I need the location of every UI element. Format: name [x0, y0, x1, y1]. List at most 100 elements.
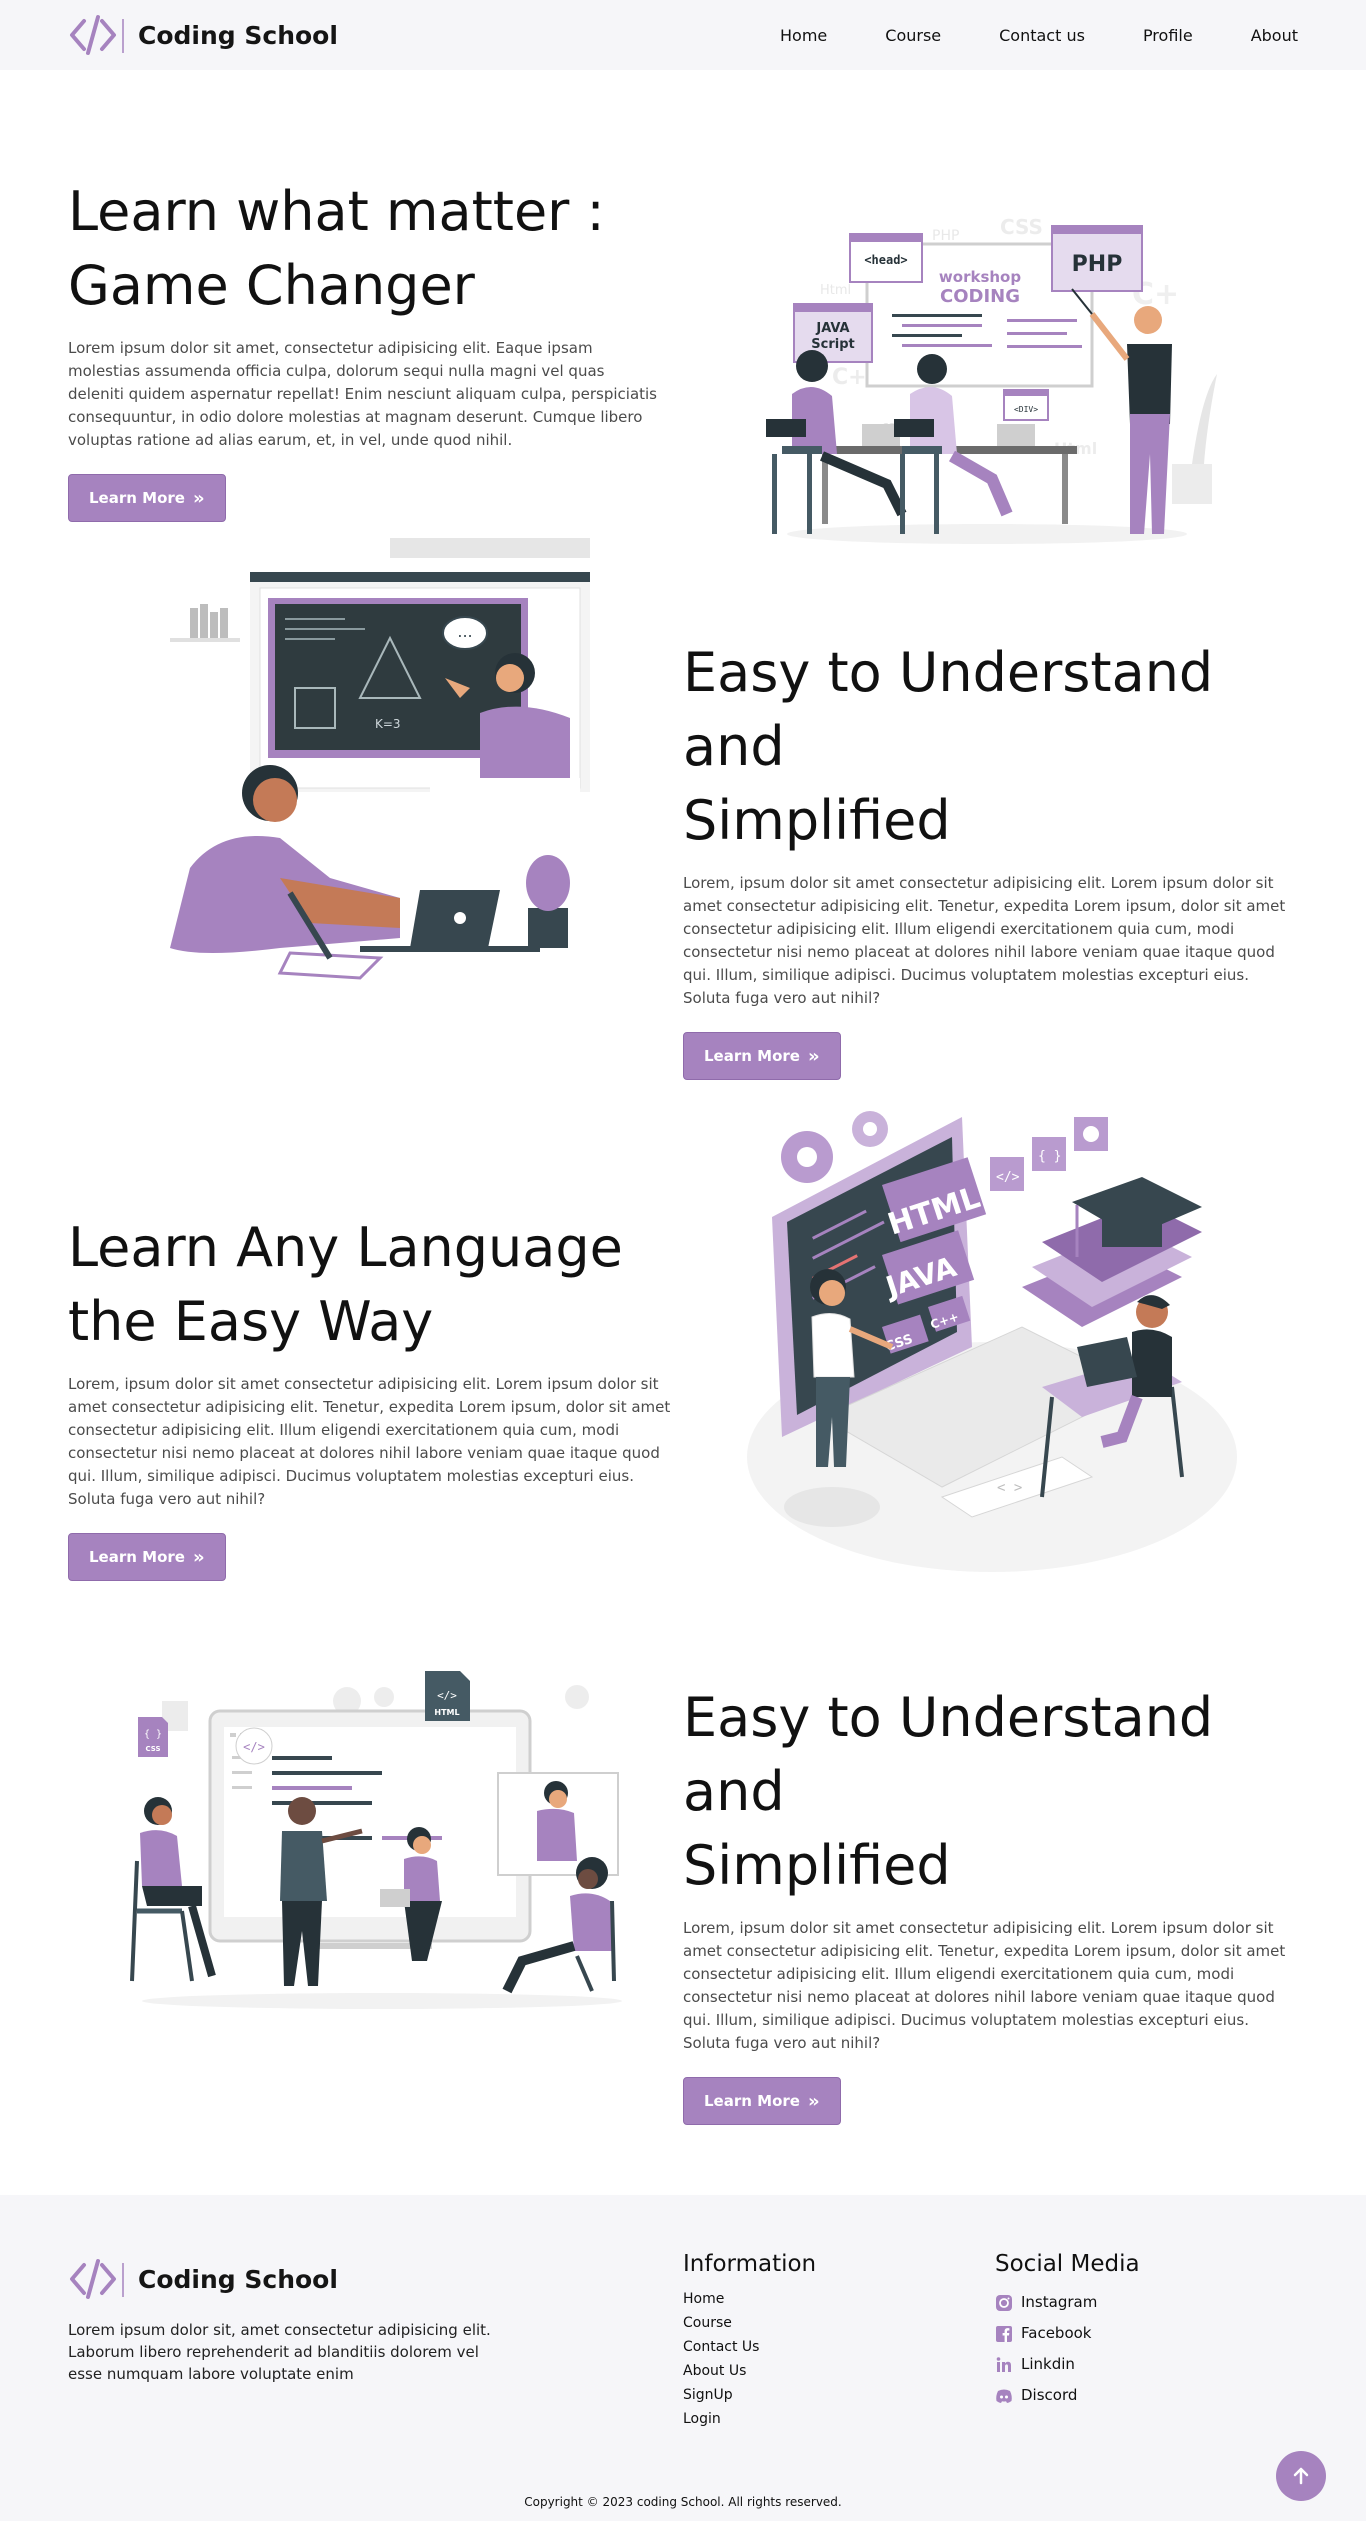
illus-head-tag: <head> [864, 253, 907, 267]
nav-home[interactable]: Home [780, 26, 827, 45]
illus-html-small: Html [820, 283, 851, 298]
hero-title-4-line2: Simplified [683, 1834, 951, 1897]
instagram-icon [996, 2294, 1012, 2311]
footer-brand-name: Coding School [138, 2264, 338, 2294]
footer-description: Lorem ipsum dolor sit, amet consectetur … [68, 2321, 491, 2383]
social-facebook-label: Facebook [1021, 2324, 1092, 2342]
illus-div-tag: <DIV> [1014, 405, 1038, 414]
footer-info-title: Information [683, 2251, 817, 2277]
brand-name: Coding School [138, 20, 338, 50]
discord-icon [996, 2389, 1012, 2403]
illus-workshop: workshop [939, 268, 1021, 286]
navbar: Coding School Home Course Contact us Pro… [0, 0, 1366, 70]
hero-title-2-line2: Simplified [683, 789, 951, 852]
nav-contact-us[interactable]: Contact us [999, 26, 1085, 45]
learn-more-button-1[interactable]: Learn More » [68, 474, 226, 522]
hero-text-4: Easy to Understand and Simplified Lorem,… [683, 1681, 1298, 2125]
hero-title-1: Learn what matter : Game Changer [68, 175, 683, 323]
learn-more-label-3: Learn More [89, 1548, 185, 1566]
learn-more-label-1: Learn More [89, 489, 185, 507]
hero-title-2: Easy to Understand and Simplified [683, 636, 1298, 858]
hero-section-3: Learn Any Language the Easy Way Lorem, i… [0, 1105, 1366, 1635]
hero-title-3: Learn Any Language the Easy Way [68, 1211, 683, 1359]
illus-cplus-2: C+ [832, 365, 867, 390]
illus-tag-code: </> [996, 1170, 1020, 1185]
learn-language-illustration: HTML JAVA CSS C++ </> { } < > [747, 1111, 1237, 1572]
social-facebook[interactable]: Facebook [995, 2318, 1140, 2349]
learn-more-label-2: Learn More [704, 1047, 800, 1065]
code-brackets-icon [68, 13, 126, 57]
hero-title-2-line1: Easy to Understand and [683, 641, 1214, 778]
arrow-up-icon [1293, 2467, 1309, 2485]
footer-social-media: Social Media Instagram Facebook Linkdin … [995, 2251, 1140, 2411]
hero-section-1: Learn what matter : Game Changer Lorem i… [0, 70, 1366, 600]
footer-brand[interactable]: Coding School [68, 2257, 338, 2301]
illus-java: JAVA [815, 321, 849, 336]
linkedin-icon [996, 2356, 1011, 2372]
illus-css: CSS [1000, 215, 1043, 239]
illus-css: CSS [145, 1745, 160, 1753]
hero-text-3: Learn Any Language the Easy Way Lorem, i… [68, 1211, 683, 1581]
hero-section-4: </> </> HTML { } CSS Easy to Understand … [0, 1635, 1366, 2195]
social-discord-label: Discord [1021, 2386, 1078, 2404]
illus-coding: CODING [940, 286, 1020, 307]
footer-link-signup[interactable]: SignUp [683, 2383, 816, 2407]
footer-link-home[interactable]: Home [683, 2287, 816, 2311]
hero-section-2: K=3 ... Easy to Understand and Simplifie… [0, 538, 1366, 1105]
double-chevron-right-icon: » [807, 2090, 820, 2112]
team-coding-illustration: </> </> HTML { } CSS [130, 1671, 622, 2009]
double-chevron-right-icon: » [192, 487, 205, 509]
nav-profile[interactable]: Profile [1143, 26, 1193, 45]
illus-html-tag: </> [437, 1689, 457, 1702]
social-discord[interactable]: Discord [995, 2380, 1140, 2411]
illus-script: Script [811, 337, 854, 352]
double-chevron-right-icon: » [807, 1045, 820, 1067]
illus-php: PHP [1072, 252, 1123, 277]
social-linkedin-label: Linkdin [1021, 2355, 1075, 2373]
illus-html: HTML [434, 1708, 459, 1717]
illus-speech: ... [457, 622, 472, 641]
brand[interactable]: Coding School [68, 13, 338, 57]
footer-link-about-us[interactable]: About Us [683, 2359, 816, 2383]
hero-desc-2: Lorem, ipsum dolor sit amet consectetur … [683, 874, 1286, 1007]
hero-desc-4: Lorem, ipsum dolor sit amet consectetur … [683, 1919, 1286, 2052]
footer: Coding School Lorem ipsum dolor sit, ame… [0, 2195, 1366, 2521]
illus-kbd-tag: < > [997, 1480, 1022, 1496]
nav-about[interactable]: About [1251, 26, 1298, 45]
code-brackets-icon [68, 2257, 126, 2301]
scroll-to-top-button[interactable] [1276, 2451, 1326, 2501]
footer-social-title: Social Media [995, 2251, 1140, 2277]
hero-title-3-line2: the Easy Way [68, 1290, 434, 1353]
social-linkedin[interactable]: Linkdin [995, 2349, 1140, 2380]
hero-desc-1: Lorem ipsum dolor sit amet, consectetur … [68, 339, 657, 449]
hero-title-1-line1: Learn what matter : [68, 180, 605, 243]
learn-more-button-3[interactable]: Learn More » [68, 1533, 226, 1581]
footer-link-contact-us[interactable]: Contact Us [683, 2335, 816, 2359]
nav-links: Home Course Contact us Profile About [780, 26, 1298, 45]
facebook-icon [996, 2325, 1012, 2342]
illus-code-tag: </> [243, 1740, 265, 1754]
footer-information: Information Home Course Contact Us About… [683, 2251, 816, 2431]
learn-more-button-4[interactable]: Learn More » [683, 2077, 841, 2125]
illus-css-braces: { } [144, 1729, 162, 1740]
double-chevron-right-icon: » [192, 1546, 205, 1568]
social-instagram-label: Instagram [1021, 2293, 1098, 2311]
hero-title-4: Easy to Understand and Simplified [683, 1681, 1298, 1903]
hero-title-4-line1: Easy to Understand and [683, 1686, 1214, 1823]
hero-text-2: Easy to Understand and Simplified Lorem,… [683, 636, 1298, 1080]
hero-desc-3: Lorem, ipsum dolor sit amet consectetur … [68, 1375, 671, 1508]
footer-link-login[interactable]: Login [683, 2407, 816, 2431]
copyright: Copyright © 2023 coding School. All righ… [524, 2495, 842, 2509]
learn-more-button-2[interactable]: Learn More » [683, 1032, 841, 1080]
footer-link-course[interactable]: Course [683, 2311, 816, 2335]
illus-board-formula: K=3 [375, 717, 401, 731]
social-instagram[interactable]: Instagram [995, 2287, 1140, 2318]
workshop-coding-illustration: PHP CSS Html C+ C+ css Html workshop COD… [766, 215, 1217, 544]
illus-php-small: PHP [932, 228, 959, 244]
hero-title-3-line1: Learn Any Language [68, 1216, 623, 1279]
nav-course[interactable]: Course [885, 26, 941, 45]
hero-title-1-line2: Game Changer [68, 254, 475, 317]
illus-tag-braces: { } [1038, 1149, 1061, 1164]
learn-more-label-4: Learn More [704, 2092, 800, 2110]
hero-text-1: Learn what matter : Game Changer Lorem i… [68, 175, 683, 522]
